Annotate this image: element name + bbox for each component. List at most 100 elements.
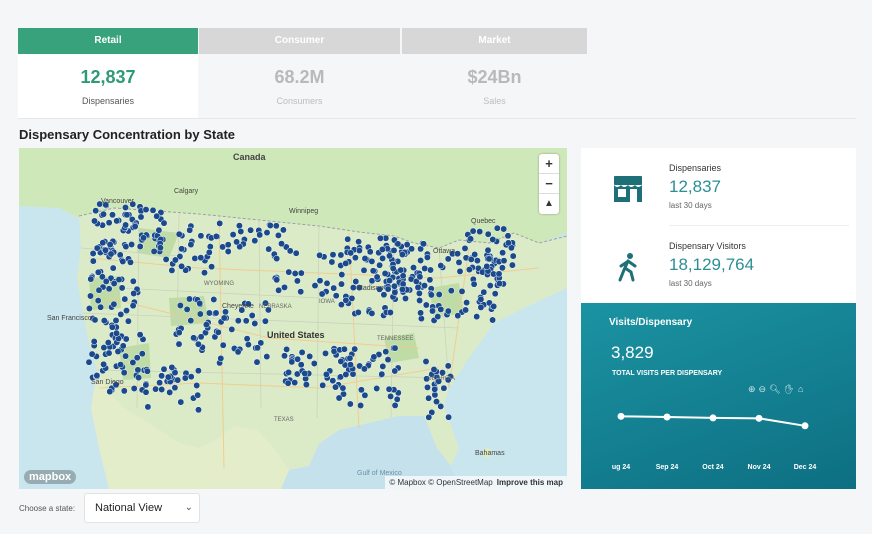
dispensary-marker[interactable] <box>191 254 199 262</box>
dispensary-marker[interactable] <box>421 282 428 290</box>
dispensary-marker[interactable] <box>106 241 114 248</box>
dispensary-marker[interactable] <box>175 340 183 348</box>
dispensary-marker[interactable] <box>330 284 338 292</box>
dispensary-marker[interactable] <box>402 295 409 302</box>
dispensary-marker[interactable] <box>273 255 281 263</box>
dispensary-marker[interactable] <box>351 345 359 353</box>
dispensary-marker[interactable] <box>462 306 470 314</box>
dispensary-marker[interactable] <box>187 241 195 249</box>
dispensary-marker[interactable] <box>122 352 130 360</box>
dispensary-marker[interactable] <box>437 305 445 313</box>
dispensary-marker[interactable] <box>248 312 256 319</box>
dispensary-marker[interactable] <box>421 265 429 272</box>
dispensary-marker[interactable] <box>435 291 443 298</box>
dispensary-marker[interactable] <box>137 213 145 221</box>
dispensary-marker[interactable] <box>273 276 281 284</box>
dispensary-marker[interactable] <box>251 320 259 327</box>
dispensary-marker[interactable] <box>473 257 481 265</box>
dispensary-marker[interactable] <box>175 230 183 238</box>
dispensary-marker[interactable] <box>337 301 345 309</box>
dispensary-marker[interactable] <box>385 385 393 393</box>
kpi-tab-label[interactable]: Market <box>402 28 587 54</box>
dispensary-marker[interactable] <box>158 386 166 393</box>
dispensary-marker[interactable] <box>168 363 176 371</box>
dispensary-marker[interactable] <box>444 255 452 263</box>
dispensary-marker[interactable] <box>366 248 374 256</box>
dispensary-marker[interactable] <box>142 381 150 389</box>
dispensary-marker[interactable] <box>284 379 292 387</box>
dispensary-marker[interactable] <box>417 309 425 317</box>
dispensary-marker[interactable] <box>455 258 463 266</box>
dispensary-marker[interactable] <box>285 268 293 276</box>
dispensary-marker[interactable] <box>106 388 114 396</box>
dispensary-marker[interactable] <box>293 277 301 285</box>
dispensary-marker[interactable] <box>283 345 291 353</box>
dispensary-marker[interactable] <box>196 310 204 318</box>
dispensary-marker[interactable] <box>102 246 109 254</box>
dispensary-marker[interactable] <box>500 257 508 265</box>
dispensary-marker[interactable] <box>95 286 103 294</box>
dispensary-marker[interactable] <box>193 382 201 389</box>
dispensary-marker[interactable] <box>194 391 202 399</box>
dispensary-marker[interactable] <box>424 383 431 391</box>
dispensary-marker[interactable] <box>109 211 116 219</box>
dispensary-marker[interactable] <box>422 358 430 365</box>
dispensary-marker[interactable] <box>329 377 337 385</box>
dispensary-marker[interactable] <box>376 234 384 242</box>
improve-map-link[interactable]: Improve this map <box>497 478 563 487</box>
dispensary-marker[interactable] <box>187 317 195 325</box>
dispensary-marker[interactable] <box>357 386 365 394</box>
dispensary-marker[interactable] <box>508 261 516 269</box>
dispensary-marker[interactable] <box>176 302 184 309</box>
dispensary-marker[interactable] <box>489 236 497 243</box>
dispensary-marker[interactable] <box>142 388 150 396</box>
dispensary-marker[interactable] <box>142 206 150 214</box>
dispensary-marker[interactable] <box>391 344 399 352</box>
dispensary-marker[interactable] <box>489 316 497 324</box>
dispensary-marker[interactable] <box>386 309 394 316</box>
dispensary-marker[interactable] <box>254 344 261 352</box>
dispensary-marker[interactable] <box>217 354 225 362</box>
dispensary-marker[interactable] <box>360 266 368 274</box>
dispensary-marker[interactable] <box>88 350 96 358</box>
dispensary-marker[interactable] <box>398 285 406 293</box>
dispensary-marker[interactable] <box>130 385 138 392</box>
dispensary-marker[interactable] <box>195 406 202 414</box>
dispensary-marker[interactable] <box>285 368 293 376</box>
dispensary-marker[interactable] <box>102 277 110 285</box>
dispensary-marker[interactable] <box>346 400 354 408</box>
dispensary-marker[interactable] <box>278 240 285 248</box>
dispensary-marker[interactable] <box>361 255 369 262</box>
visits-point[interactable] <box>801 422 809 430</box>
dispensary-marker[interactable] <box>105 285 113 293</box>
dispensary-marker[interactable] <box>206 243 214 251</box>
dispensary-marker[interactable] <box>212 309 220 317</box>
dispensary-marker[interactable] <box>202 321 210 329</box>
dispensary-marker[interactable] <box>384 356 392 364</box>
dispensary-marker[interactable] <box>473 313 481 321</box>
dispensary-marker[interactable] <box>504 232 512 240</box>
dispensary-marker[interactable] <box>153 212 161 220</box>
dispensary-marker[interactable] <box>437 402 445 410</box>
dispensary-marker[interactable] <box>104 339 112 347</box>
dispensary-marker[interactable] <box>316 251 324 259</box>
dispensary-marker[interactable] <box>122 221 130 229</box>
dispensary-marker[interactable] <box>301 370 309 377</box>
dispensary-marker[interactable] <box>150 247 158 255</box>
home-icon[interactable]: ⌂ <box>798 384 806 394</box>
dispensary-marker[interactable] <box>495 270 503 278</box>
dispensary-marker[interactable] <box>491 290 499 298</box>
dispensary-marker[interactable] <box>87 292 94 300</box>
dispensary-marker[interactable] <box>352 278 360 285</box>
dispensary-marker[interactable] <box>121 295 129 303</box>
dispensary-marker[interactable] <box>242 317 250 325</box>
dispensary-marker[interactable] <box>427 291 435 299</box>
dispensary-marker[interactable] <box>265 245 273 253</box>
dispensary-marker[interactable] <box>380 291 388 299</box>
dispensary-marker[interactable] <box>233 238 241 246</box>
dispensary-marker[interactable] <box>130 290 138 297</box>
dispensary-marker[interactable] <box>477 303 485 311</box>
dispensary-marker[interactable] <box>322 349 329 357</box>
dispensary-marker[interactable] <box>499 249 507 257</box>
dispensary-marker[interactable] <box>156 244 164 252</box>
